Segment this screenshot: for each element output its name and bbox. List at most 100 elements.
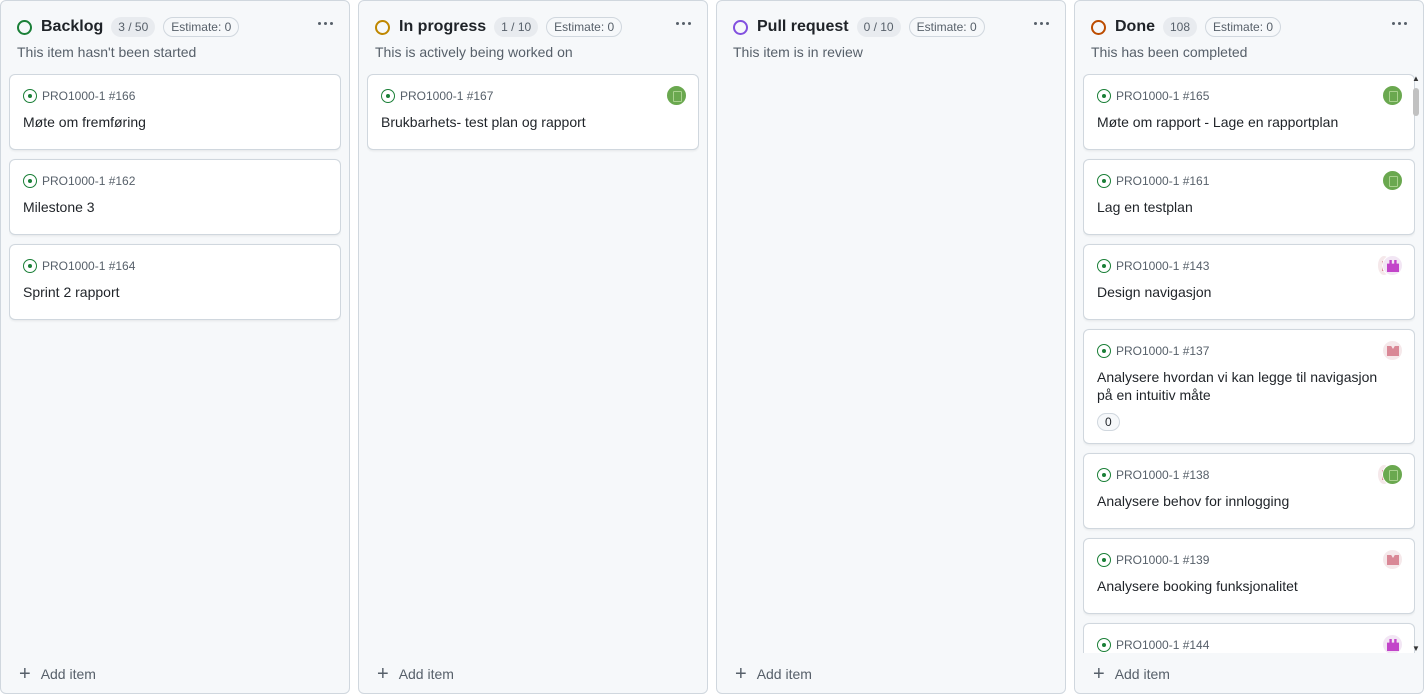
issue-title[interactable]: Sprint 2 rapport [23,283,328,301]
open-issue-icon [23,89,37,103]
issue-card[interactable]: PRO1000-1 #164 Sprint 2 rapport [9,244,341,320]
estimate-badge: Estimate: 0 [546,17,623,37]
plus-icon: + [1093,663,1105,685]
card-list: PRO1000-1 #165 Møte om rapport - Lage en … [1083,74,1415,653]
assignee-avatars[interactable] [1382,634,1403,653]
assignee-avatars[interactable] [1377,255,1403,276]
issue-card[interactable]: PRO1000-1 #144 [1083,623,1415,653]
open-issue-icon [1097,553,1111,567]
issue-card[interactable]: PRO1000-1 #137 Analysere hvordan vi kan l… [1083,329,1415,444]
card-list-scrollbar[interactable]: ▲ ▼ [1411,74,1421,653]
issue-card[interactable]: PRO1000-1 #162 Milestone 3 [9,159,341,235]
board-column-in-progress: In progress 1 / 10 Estimate: 0 This is acti… [358,0,708,694]
add-item-label: Add item [756,666,812,682]
issue-card[interactable]: PRO1000-1 #166 Møte om fremføring [9,74,341,150]
board-column-done: Done 108 Estimate: 0 This has been complete… [1074,0,1424,694]
issue-number-link[interactable]: PRO1000-1 #161 [1116,174,1209,188]
issue-title[interactable]: Analysere booking funksjonalitet [1097,577,1402,595]
board-column-pull-request: Pull request 0 / 10 Estimate: 0 This item i… [716,0,1066,694]
add-item-label: Add item [40,666,96,682]
assignee-avatars[interactable] [1377,464,1403,485]
add-item-button[interactable]: + Add item [19,664,96,684]
column-more-options-icon[interactable] [311,12,339,34]
issue-reference: PRO1000-1 #165 [1097,88,1402,104]
add-item-label: Add item [398,666,454,682]
scroll-up-arrow-icon[interactable]: ▲ [1412,74,1420,83]
open-issue-icon [1097,344,1111,358]
issue-reference: PRO1000-1 #137 [1097,343,1402,359]
issue-number-link[interactable]: PRO1000-1 #143 [1116,259,1209,273]
open-issue-icon [1097,89,1111,103]
column-description: This has been completed [1091,44,1248,60]
item-count-badge: 0 / 10 [856,17,901,37]
column-description: This item is in review [733,44,863,60]
issue-title[interactable]: Design navigasjon [1097,283,1402,301]
assignee-avatars[interactable] [1382,340,1403,361]
item-count-badge: 1 / 10 [494,17,539,37]
issue-number-link[interactable]: PRO1000-1 #139 [1116,553,1209,567]
project-board: Backlog 3 / 50 Estimate: 0 This item hasn't… [0,0,1427,695]
open-issue-icon [1097,638,1111,652]
issue-number-link[interactable]: PRO1000-1 #137 [1116,344,1209,358]
issue-title[interactable]: Analysere hvordan vi kan legge til navig… [1097,368,1402,404]
issue-number-link[interactable]: PRO1000-1 #164 [42,259,135,273]
issue-reference: PRO1000-1 #138 [1097,467,1402,483]
column-title: In progress [399,18,487,35]
issue-card[interactable]: PRO1000-1 #167 Brukbarhets- test plan og … [367,74,699,150]
column-title: Backlog [41,18,104,35]
issue-reference: PRO1000-1 #164 [23,258,328,274]
assignee-avatar[interactable] [1382,255,1403,276]
issue-card[interactable]: PRO1000-1 #143 Design navigasjon [1083,244,1415,320]
scroll-down-arrow-icon[interactable]: ▼ [1412,644,1420,653]
assignee-avatar[interactable] [1382,634,1403,653]
column-title: Pull request [757,18,849,35]
assignee-avatars[interactable] [1382,85,1403,106]
assignee-avatars[interactable] [666,85,687,106]
issue-number-link[interactable]: PRO1000-1 #144 [1116,638,1209,652]
issue-card[interactable]: PRO1000-1 #139 Analysere booking funksjon… [1083,538,1415,614]
status-circle-icon [375,19,390,35]
issue-title[interactable]: Brukbarhets- test plan og rapport [381,113,686,131]
issue-number-link[interactable]: PRO1000-1 #162 [42,174,135,188]
open-issue-icon [1097,174,1111,188]
assignee-avatars[interactable] [1382,170,1403,191]
column-more-options-icon[interactable] [1027,12,1055,34]
assignee-avatars[interactable] [1382,549,1403,570]
issue-title[interactable]: Møte om rapport - Lage en rapportplan [1097,113,1402,131]
open-issue-icon [23,259,37,273]
assignee-avatar[interactable] [1382,340,1403,361]
plus-icon: + [377,663,389,685]
assignee-avatar[interactable] [1382,85,1403,106]
card-list [725,74,1057,653]
item-count-badge: 108 [1163,17,1198,37]
open-issue-icon [23,174,37,188]
assignee-avatar[interactable] [1382,170,1403,191]
issue-number-link[interactable]: PRO1000-1 #167 [400,89,493,103]
column-description: This item hasn't been started [17,44,197,60]
issue-number-link[interactable]: PRO1000-1 #138 [1116,468,1209,482]
issue-card[interactable]: PRO1000-1 #165 Møte om rapport - Lage en … [1083,74,1415,150]
item-count-badge: 3 / 50 [111,17,156,37]
assignee-avatar[interactable] [1382,464,1403,485]
issue-reference: PRO1000-1 #144 [1097,637,1402,653]
add-item-button[interactable]: + Add item [735,664,812,684]
issue-title[interactable]: Lag en testplan [1097,198,1402,216]
issue-card[interactable]: PRO1000-1 #138 Analysere behov for innlog… [1083,453,1415,529]
scroll-thumb[interactable] [1413,88,1419,116]
issue-title[interactable]: Møte om fremføring [23,113,328,131]
issue-title[interactable]: Milestone 3 [23,198,328,216]
status-circle-icon [1091,19,1106,35]
issue-card[interactable]: PRO1000-1 #161 Lag en testplan [1083,159,1415,235]
column-more-options-icon[interactable] [1385,12,1413,34]
issue-reference: PRO1000-1 #161 [1097,173,1402,189]
issue-number-link[interactable]: PRO1000-1 #165 [1116,89,1209,103]
assignee-avatar[interactable] [666,85,687,106]
column-more-options-icon[interactable] [669,12,697,34]
issue-number-link[interactable]: PRO1000-1 #166 [42,89,135,103]
card-list: PRO1000-1 #166 Møte om fremføring PRO1000-… [9,74,341,653]
add-item-button[interactable]: + Add item [1093,663,1170,685]
assignee-avatar[interactable] [1382,549,1403,570]
issue-title[interactable]: Analysere behov for innlogging [1097,492,1402,510]
issue-reference: PRO1000-1 #162 [23,173,328,189]
add-item-button[interactable]: + Add item [377,663,454,685]
